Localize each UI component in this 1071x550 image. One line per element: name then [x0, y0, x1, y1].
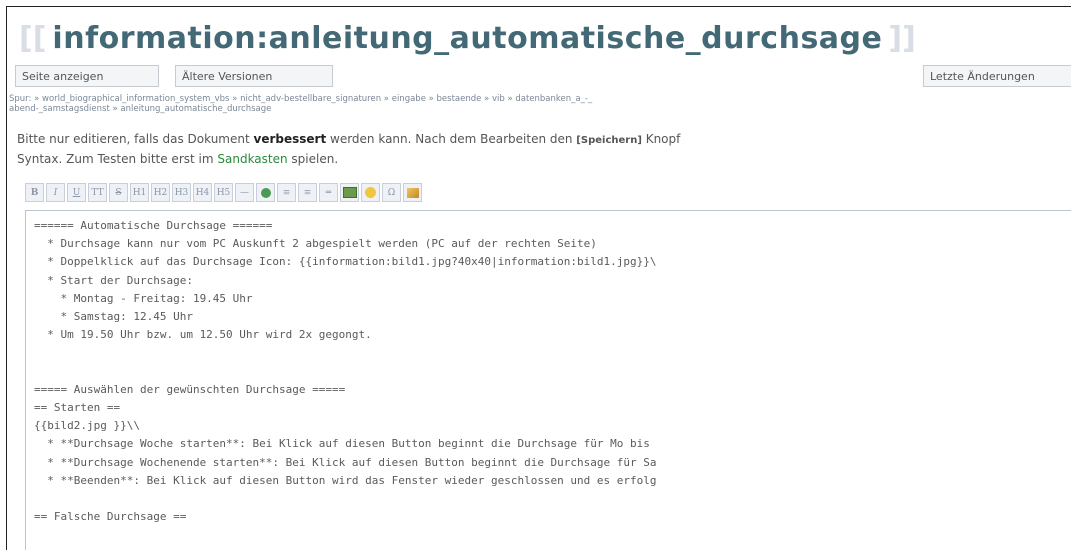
- italic-button[interactable]: I: [46, 183, 65, 202]
- editor-line: * Start der Durchsage:: [34, 273, 193, 287]
- notice-text-5: spielen.: [287, 152, 339, 166]
- underline-button[interactable]: U: [67, 183, 86, 202]
- editor-line: == Falsche Durchsage ==: [34, 510, 187, 524]
- notice-text-2: werden kann. Nach dem Bearbeiten den: [326, 132, 577, 146]
- notice-bold: verbessert: [253, 132, 327, 146]
- page-frame: [[ information:anleitung_automatische_du…: [6, 6, 1071, 550]
- line-button[interactable]: ═: [319, 183, 338, 202]
- editor-line: ====== Automatische Durchsage ======: [34, 219, 273, 232]
- page-header: [[ information:anleitung_automatische_du…: [19, 19, 916, 57]
- heading5-button[interactable]: H5: [214, 183, 233, 202]
- notice-text-1: Bitte nur editieren, falls das Dokument: [17, 132, 254, 146]
- special-chars-button[interactable]: Ω: [382, 183, 401, 202]
- heading3-button[interactable]: H3: [172, 183, 191, 202]
- editor-line: ===== Auswählen der gewünschten Durchsag…: [34, 382, 346, 396]
- strikethrough-button[interactable]: S: [109, 183, 128, 202]
- heading2-button[interactable]: H2: [151, 183, 170, 202]
- editor-line: == Starten ==: [34, 401, 121, 415]
- editor-line: * Montag - Freitag: 19.45 Uhr: [34, 291, 253, 305]
- title-bracket-left: [[: [19, 20, 47, 56]
- breadcrumb: Spur: » world_biographical_information_s…: [9, 94, 1071, 114]
- editor-line: * Durchsage kann nur vom PC Auskunft 2 a…: [34, 237, 597, 251]
- page-title[interactable]: information:anleitung_automatische_durch…: [52, 21, 882, 56]
- signature-icon[interactable]: [403, 183, 422, 202]
- edit-notice: Bitte nur editieren, falls das Dokument …: [17, 130, 1071, 168]
- smiley-icon[interactable]: [361, 183, 380, 202]
- editor-content[interactable]: ====== Automatische Durchsage ====== * D…: [26, 211, 1071, 526]
- editor-line: * **Durchsage Wochenende starten**: Bei …: [34, 455, 657, 469]
- editor-line: * **Durchsage Woche starten**: Bei Klick…: [34, 437, 650, 451]
- unordered-list-button[interactable]: ≡: [298, 183, 317, 202]
- editor-line: * Um 19.50 Uhr bzw. um 12.50 Uhr wird 2x…: [34, 328, 372, 342]
- code-button[interactable]: TT: [88, 183, 107, 202]
- editor-line: * Samstag: 12.45 Uhr: [34, 310, 193, 324]
- recent-changes-button[interactable]: Letzte Änderungen: [923, 65, 1071, 87]
- heading4-button[interactable]: H4: [193, 183, 212, 202]
- notice-save-label: [Speichern]: [576, 135, 642, 146]
- sandbox-link[interactable]: Sandkasten: [217, 152, 287, 166]
- editor-line: * Doppelklick auf das Durchsage Icon: {{…: [34, 255, 657, 269]
- ordered-list-button[interactable]: ≡: [277, 183, 296, 202]
- notice-text-3: Knopf: [641, 132, 681, 146]
- bold-button[interactable]: B: [25, 183, 44, 202]
- action-bar: Seite anzeigen Ältere Versionen Letzte Ä…: [15, 65, 1071, 89]
- heading1-button[interactable]: H1: [130, 183, 149, 202]
- notice-text-4: Syntax. Zum Testen bitte erst im: [17, 152, 218, 166]
- breadcrumb-line-2[interactable]: abend-_samstagsdienst » anleitung_automa…: [9, 104, 1071, 114]
- image-icon[interactable]: [340, 183, 359, 202]
- horizontal-rule-button[interactable]: —: [235, 183, 254, 202]
- show-page-button[interactable]: Seite anzeigen: [15, 65, 159, 87]
- old-versions-button[interactable]: Ältere Versionen: [175, 65, 333, 87]
- breadcrumb-line-1[interactable]: Spur: » world_biographical_information_s…: [9, 94, 1071, 104]
- title-bracket-right: ]]: [888, 20, 916, 56]
- editor-textarea[interactable]: ====== Automatische Durchsage ====== * D…: [25, 210, 1071, 550]
- editor-line: {{bild2.jpg }}\\: [34, 419, 140, 433]
- link-icon[interactable]: [256, 183, 275, 202]
- editor-toolbar: B I U TT S H1 H2 H3 H4 H5 — ≡ ≡ ═ Ω: [25, 183, 422, 203]
- editor-line: * **Beenden**: Bei Klick auf diesen Butt…: [34, 473, 657, 487]
